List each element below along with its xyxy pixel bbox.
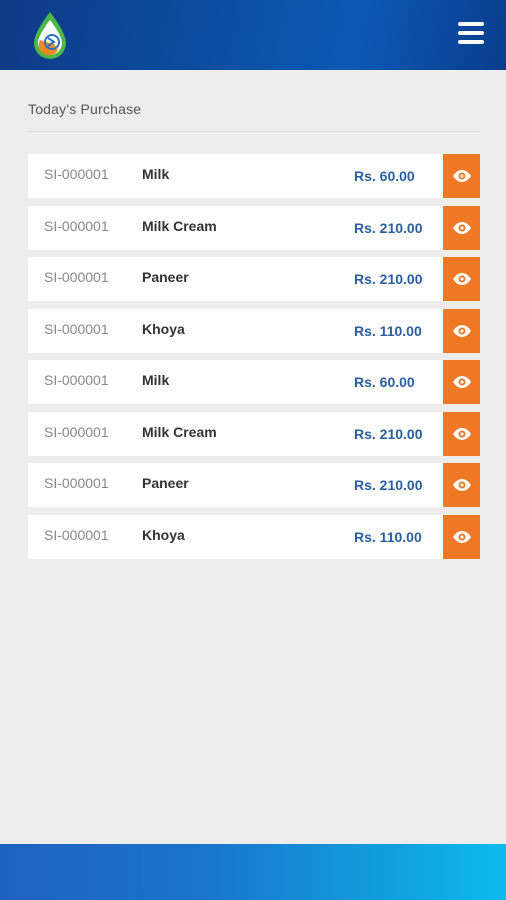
item-name: Paneer xyxy=(142,269,189,285)
eye-icon xyxy=(452,324,471,337)
invoice-code: SI-000001 xyxy=(44,475,109,491)
list-item: SI-000001 Milk Cream Rs. 210.00 xyxy=(28,411,480,456)
view-button[interactable] xyxy=(443,154,480,198)
view-button[interactable] xyxy=(443,360,480,404)
item-price: Rs. 210.00 xyxy=(354,425,423,442)
view-button[interactable] xyxy=(443,205,480,250)
eye-icon xyxy=(452,170,471,182)
eye-icon xyxy=(452,273,471,285)
view-button[interactable] xyxy=(443,257,480,301)
eye-icon xyxy=(452,479,471,491)
eye-icon xyxy=(452,427,471,440)
invoice-code: SI-000001 xyxy=(44,269,109,285)
app-logo[interactable] xyxy=(28,10,72,62)
item-name: Milk xyxy=(142,166,170,182)
invoice-code: SI-000001 xyxy=(44,526,109,543)
app-header xyxy=(0,0,506,70)
item-name: Milk Cream xyxy=(142,217,217,234)
page-title: Today's Purchase xyxy=(28,88,480,132)
invoice-code: SI-000001 xyxy=(44,320,109,337)
item-price: Rs. 210.00 xyxy=(354,219,423,236)
invoice-code: SI-000001 xyxy=(44,166,109,182)
view-button[interactable] xyxy=(443,514,480,559)
invoice-code: SI-000001 xyxy=(44,423,109,440)
eye-icon xyxy=(452,221,471,234)
list-item: SI-000001 Milk Rs. 60.00 xyxy=(28,360,480,404)
invoice-code: SI-000001 xyxy=(44,372,109,388)
view-button[interactable] xyxy=(443,463,480,507)
list-item: SI-000001 Khoya Rs. 110.00 xyxy=(28,308,480,353)
eye-icon xyxy=(452,530,471,543)
item-price: Rs. 60.00 xyxy=(354,168,415,184)
list-item: SI-000001 Milk Cream Rs. 210.00 xyxy=(28,205,480,250)
main-content: Today's Purchase SI-000001 Milk Rs. 60.00 S… xyxy=(28,88,480,566)
view-button[interactable] xyxy=(443,411,480,456)
invoice-code: SI-000001 xyxy=(44,217,109,234)
list-item: SI-000001 Khoya Rs. 110.00 xyxy=(28,514,480,559)
item-price: Rs. 210.00 xyxy=(354,477,423,493)
item-name: Paneer xyxy=(142,475,189,491)
purchase-list: SI-000001 Milk Rs. 60.00 SI-000001 Milk Crea… xyxy=(28,154,480,559)
hamburger-menu-icon[interactable] xyxy=(456,20,486,50)
item-name: Milk Cream xyxy=(142,423,217,440)
item-name: Khoya xyxy=(142,526,185,543)
list-item: SI-000001 Paneer Rs. 210.00 xyxy=(28,257,480,301)
list-item: SI-000001 Paneer Rs. 210.00 xyxy=(28,463,480,507)
item-name: Khoya xyxy=(142,320,185,337)
item-price: Rs. 60.00 xyxy=(354,374,415,390)
water-drop-logo-icon xyxy=(34,12,66,59)
view-button[interactable] xyxy=(443,308,480,353)
list-item: SI-000001 Milk Rs. 60.00 xyxy=(28,154,480,198)
eye-icon xyxy=(452,376,471,388)
item-name: Milk xyxy=(142,372,170,388)
item-price: Rs. 110.00 xyxy=(354,322,422,339)
item-price: Rs. 110.00 xyxy=(354,528,422,545)
item-price: Rs. 210.00 xyxy=(354,271,423,287)
app-footer xyxy=(0,844,506,900)
